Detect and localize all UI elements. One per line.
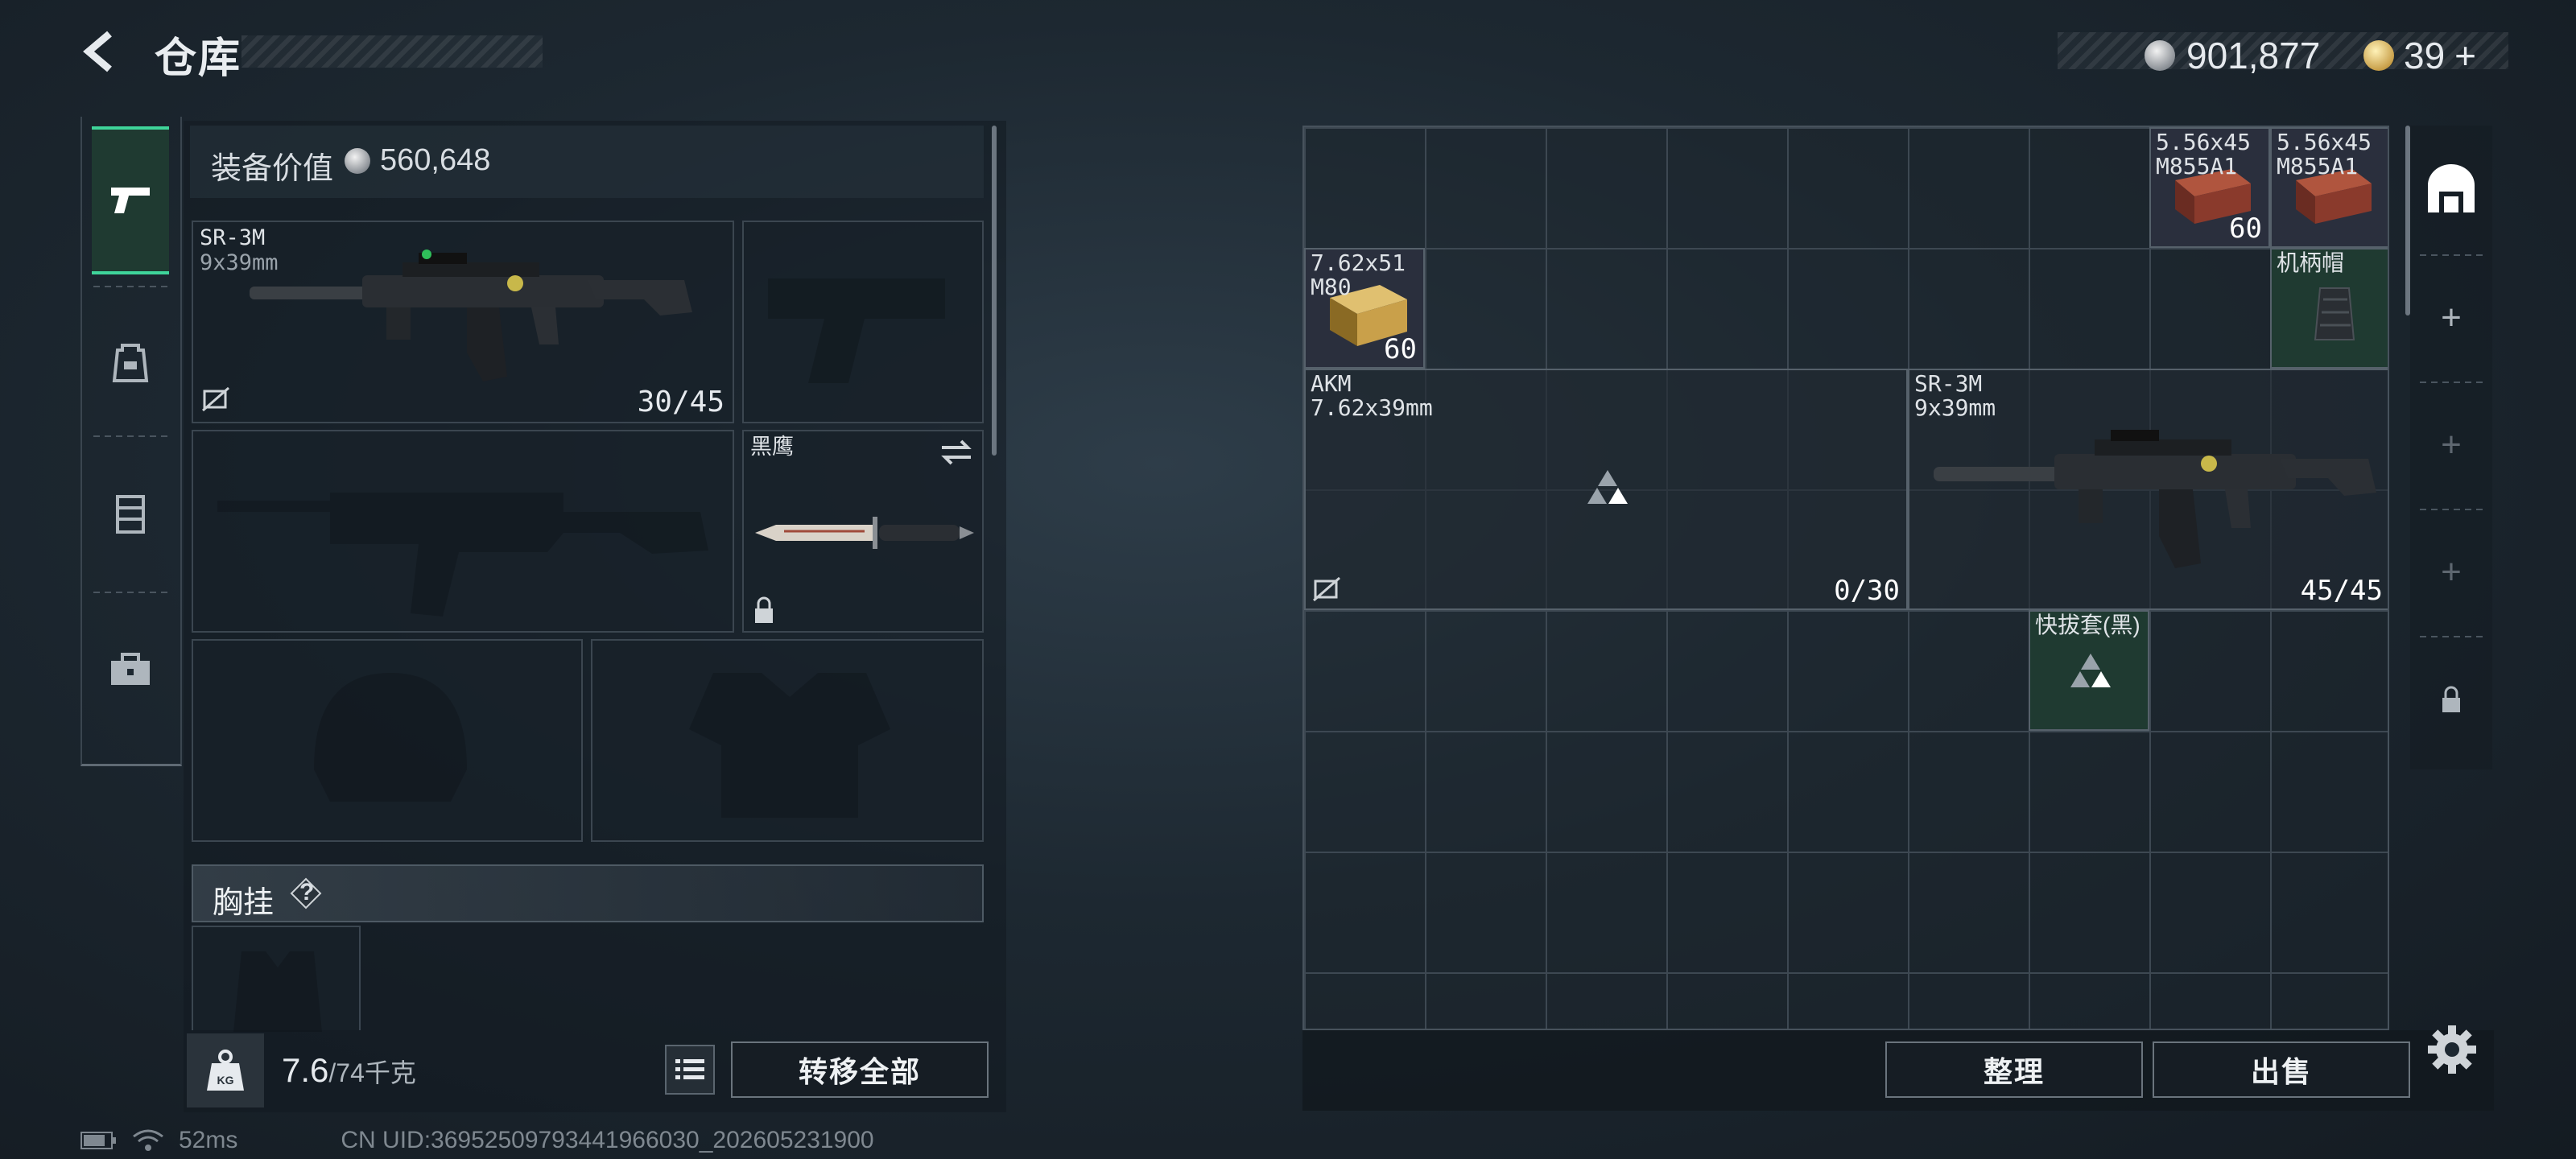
ammo-556-item[interactable]: 5.56x45 M855A1 60 [2149,127,2270,248]
battery-icon [80,1132,116,1149]
nav-item-weapons[interactable] [92,126,169,274]
melee-name: 黑鹰 [750,435,794,459]
chest-rig-slot[interactable] [192,926,361,1032]
equipment-value-label: 装备价值 [211,152,334,186]
armor-slot[interactable] [591,639,984,842]
tab-storage-main[interactable] [2410,126,2492,253]
plus-icon: + [2441,298,2462,337]
warehouse-icon [2428,164,2475,212]
nav-item-rig[interactable] [92,442,169,584]
silver-currency: 901,877 [2145,34,2320,77]
chest-rig-label: 胸挂 [213,886,275,920]
placeholder-triangles-icon [1587,470,1628,504]
storage-grid[interactable]: 5.56x45 M855A1 60 5.56x45 M855A1 7.62x51… [1302,126,2389,1030]
plus-icon: + [2441,552,2462,592]
backpack-icon [112,344,149,382]
plus-icon[interactable]: + [2454,34,2476,77]
item-count: 60 [1384,333,1417,365]
back-button[interactable] [77,27,126,76]
vest-icon [116,495,145,534]
status-bar: 52ms CN UID:36952509793441966030_2026052… [80,1127,874,1154]
lock-icon [755,596,773,623]
weapon-ammo-count: 45/45 [2300,575,2383,607]
sr3m-rifle-icon [1934,430,2376,568]
settings-button[interactable] [2426,1024,2478,1079]
lock-icon [2442,686,2460,712]
placeholder-triangles-icon [2070,654,2111,687]
sell-button[interactable]: 出售 [2153,1041,2410,1098]
ammo-762-item[interactable]: 7.62x51 M80 60 [1304,248,1425,369]
silver-coin-icon [345,148,370,174]
equipment-value: 560,648 [380,143,491,177]
pistol-icon [111,188,150,213]
transfer-all-button[interactable]: 转移全部 [731,1041,989,1098]
akm-weapon-item[interactable]: AKM 7.62x39mm 0/30 [1304,369,1908,610]
melee-slot[interactable]: 黑鹰 [742,430,984,633]
equipment-value-row: 装备价值 560,648 [190,126,984,198]
no-mod-icon [1313,576,1340,602]
silver-coin-icon [2145,40,2175,71]
helmet-slot[interactable] [192,639,583,842]
toolbox-icon [111,653,150,685]
secondary-weapon-slot[interactable] [192,430,734,633]
page-title: 仓库 [155,35,242,82]
equipment-scrollbar[interactable] [992,126,997,456]
item-count: 60 [2229,212,2262,245]
sr3m-weapon-item[interactable]: SR-3M 9x39mm 45/45 [1908,369,2388,610]
list-icon [675,1059,704,1079]
no-mod-icon [202,386,229,412]
plus-icon: + [2441,425,2462,464]
weapon-ammo-count: 30/45 [637,386,724,419]
nav-item-backpack[interactable] [92,292,169,434]
wifi-icon [133,1129,163,1151]
weight-icon: KG [207,1050,244,1091]
primary-weapon-slot[interactable]: SR-3M 9x39mm 30/45 [192,221,734,423]
chest-rig-silhouette-icon [233,951,322,1032]
gear-icon [2428,1025,2476,1074]
armor-silhouette-icon [689,673,890,818]
gold-currency[interactable]: 39 + [2363,34,2476,77]
svg-text:KG: KG [217,1074,234,1087]
sort-button[interactable]: 整理 [1885,1041,2143,1098]
knife-icon [755,517,974,549]
add-tab-button[interactable]: + [2410,509,2492,636]
weight-indicator: KG [187,1033,264,1107]
grip-cap-item[interactable]: 机柄帽 [2270,248,2388,369]
holster-item[interactable]: 快拔套(黑) [2029,610,2149,731]
locked-tab[interactable] [2410,636,2492,763]
chest-rig-section: 胸挂 ? [192,864,984,922]
list-view-button[interactable] [665,1045,715,1095]
sr3m-rifle-icon [250,250,692,382]
category-nav [80,117,182,766]
weight-readout: 7.6/74千克 [282,1051,416,1090]
grip-cap-icon [2314,287,2355,340]
pistol-silhouette-icon [768,278,945,383]
pistol-slot[interactable] [742,221,984,423]
weapon-ammo-count: 0/30 [1834,575,1900,607]
chevron-left-icon [83,31,112,72]
title-decor [242,35,543,68]
silver-amount: 901,877 [2186,35,2321,76]
nav-item-toolbox[interactable] [92,598,169,740]
add-tab-button[interactable]: + [2410,254,2492,382]
helmet-silhouette-icon [314,673,467,802]
gold-coin-icon [2363,40,2394,71]
help-button[interactable]: ? [290,877,322,909]
add-tab-button[interactable]: + [2410,382,2492,509]
gold-amount: 39 [2404,35,2446,76]
current-weight: 7.6 [282,1051,329,1089]
weight-capacity: /74千克 [328,1058,416,1087]
storage-tabs: + + + [2410,126,2492,769]
rifle-silhouette-icon [217,493,708,617]
ammo-556-item[interactable]: 5.56x45 M855A1 [2270,127,2388,248]
ping-value: 52ms [179,1127,238,1153]
uid-text: CN UID:36952509793441966030_202605231900 [341,1127,874,1153]
swap-icon[interactable] [939,438,974,467]
